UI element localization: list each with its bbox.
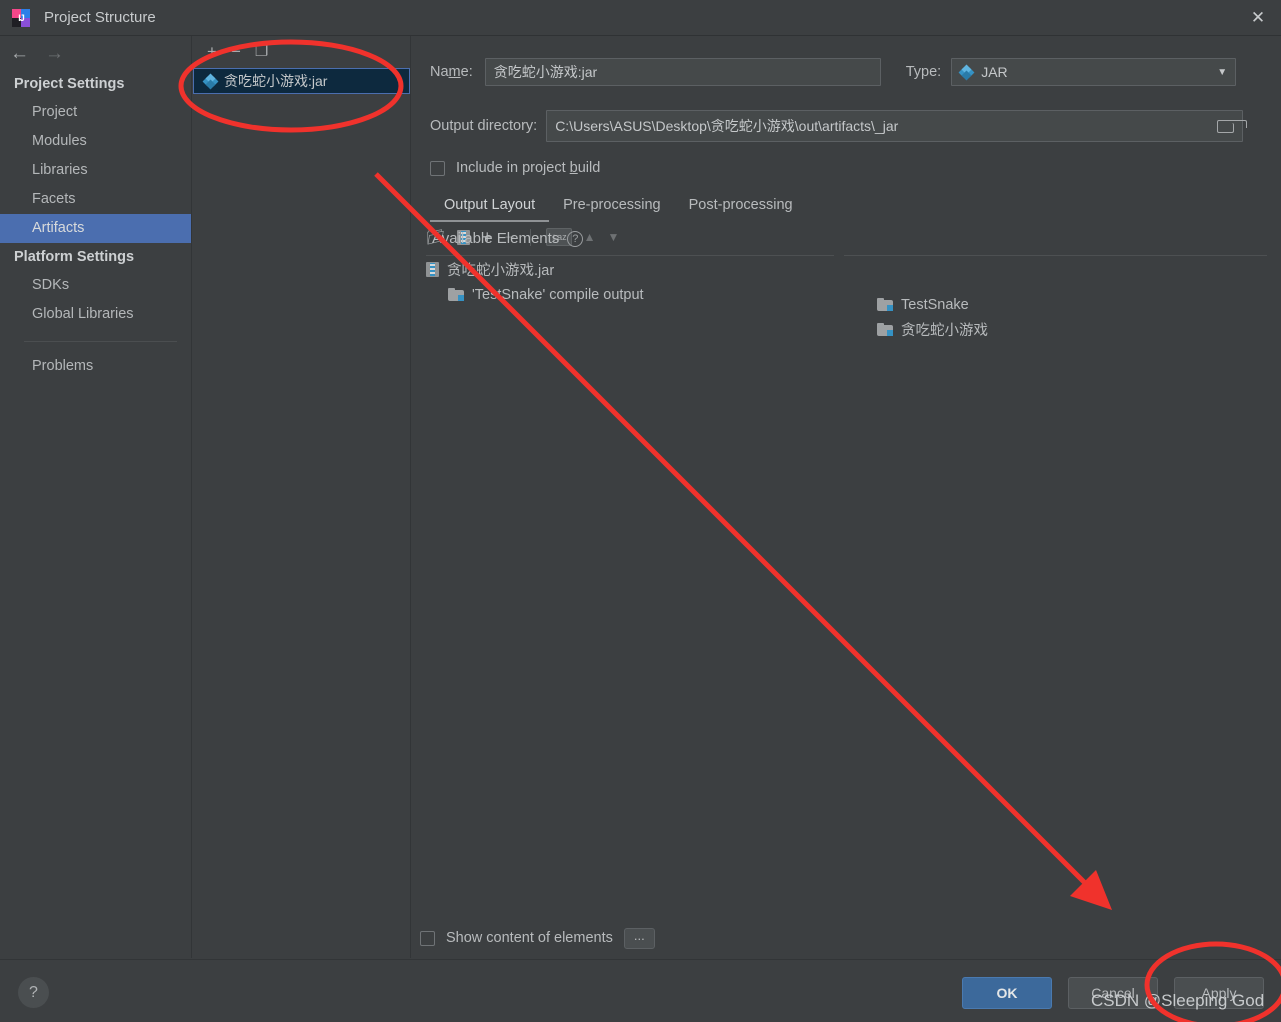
- move-down-icon[interactable]: ▼: [607, 231, 619, 243]
- arrow-left-icon[interactable]: ←: [10, 44, 29, 63]
- project-structure-dialog: IJ Project Structure ✕ ← → Project Setti…: [0, 0, 1281, 1022]
- list-item[interactable]: TestSnake: [877, 292, 988, 317]
- list-item[interactable]: 贪吃蛇小游戏: [877, 317, 988, 342]
- output-directory-row: Output directory: C:\Users\ASUS\Desktop\…: [412, 110, 1281, 142]
- tree-row-label: 'TestSnake' compile output: [472, 286, 644, 303]
- sidebar-nav-bar: ← →: [0, 36, 191, 70]
- output-layout-rule: [426, 255, 834, 256]
- sidebar-item-libraries[interactable]: Libraries: [0, 156, 191, 185]
- artifact-list-item[interactable]: 贪吃蛇小游戏:jar: [193, 68, 410, 94]
- title-bar: IJ Project Structure ✕: [0, 0, 1281, 36]
- sidebar-item-global-libraries[interactable]: Global Libraries: [0, 300, 191, 329]
- sidebar-group-platform-settings: Platform Settings: [14, 249, 135, 265]
- move-up-icon[interactable]: ▲: [584, 231, 596, 243]
- available-elements-rule: [844, 255, 1267, 256]
- editor-tabs: Output Layout Pre-processing Post-proces…: [412, 190, 1281, 222]
- output-directory-field[interactable]: C:\Users\ASUS\Desktop\贪吃蛇小游戏\out\artifac…: [546, 110, 1248, 142]
- tree-row[interactable]: 贪吃蛇小游戏.jar: [426, 257, 1281, 282]
- available-elements-header: Available Elements ?: [432, 230, 584, 247]
- jar-artifact-icon: [958, 64, 975, 80]
- sidebar-divider: [24, 341, 177, 342]
- available-elements-title: Available Elements: [432, 230, 560, 247]
- artifacts-toolbar: + − ❐: [193, 36, 410, 66]
- sidebar-group-project-settings: Project Settings: [14, 76, 125, 92]
- artifact-name-input[interactable]: [484, 58, 881, 86]
- sidebar-item-project[interactable]: Project: [0, 98, 191, 127]
- close-icon[interactable]: ✕: [1235, 0, 1281, 36]
- module-folder-icon: [877, 323, 893, 336]
- cancel-button[interactable]: Cancel: [1068, 977, 1158, 1009]
- ok-button[interactable]: OK: [962, 977, 1052, 1009]
- window-title: Project Structure: [44, 9, 156, 26]
- tab-pre-processing[interactable]: Pre-processing: [549, 197, 675, 222]
- artifact-editor-panel: Name: Type: JAR ▼ Output directory: C:\U…: [412, 36, 1281, 958]
- jar-file-icon: [426, 262, 439, 277]
- minus-icon[interactable]: −: [231, 43, 241, 60]
- show-content-checkbox[interactable]: [420, 930, 435, 946]
- artifact-type-value: JAR: [981, 64, 1008, 80]
- artifacts-list-panel: + − ❐ 贪吃蛇小游戏:jar: [193, 36, 411, 958]
- show-content-label: Show content of elements: [446, 930, 613, 946]
- show-content-row: Show content of elements ...: [412, 918, 1281, 958]
- copy-icon[interactable]: ❐: [255, 44, 268, 59]
- name-label: Name:: [430, 64, 473, 80]
- sidebar-item-facets[interactable]: Facets: [0, 185, 191, 214]
- help-button[interactable]: ?: [18, 977, 49, 1008]
- module-folder-icon: [877, 298, 893, 311]
- output-layout-tree: 贪吃蛇小游戏.jar 'TestSnake' compile output: [412, 257, 1281, 307]
- sidebar-item-problems[interactable]: Problems: [0, 352, 191, 381]
- list-item-label: TestSnake: [901, 296, 969, 313]
- include-in-build-row[interactable]: Include in project build: [412, 160, 1281, 176]
- show-content-options-button[interactable]: ...: [623, 927, 655, 949]
- type-label: Type:: [905, 64, 942, 80]
- chevron-down-icon: ▼: [1217, 66, 1228, 78]
- sidebar-item-modules[interactable]: Modules: [0, 127, 191, 156]
- name-type-row: Name: Type: JAR ▼: [412, 58, 1281, 86]
- sidebar-item-sdks[interactable]: SDKs: [0, 271, 191, 300]
- intellij-idea-logo-icon: IJ: [12, 8, 30, 27]
- tree-row-label: 贪吃蛇小游戏.jar: [447, 263, 555, 279]
- tree-row[interactable]: 'TestSnake' compile output: [426, 282, 1281, 307]
- artifacts-list: 贪吃蛇小游戏:jar: [193, 66, 410, 94]
- include-in-build-checkbox[interactable]: [430, 160, 445, 176]
- artifact-list-item-label: 贪吃蛇小游戏:jar: [224, 73, 328, 89]
- tab-post-processing[interactable]: Post-processing: [675, 197, 807, 222]
- list-item-label: 贪吃蛇小游戏: [901, 323, 988, 339]
- artifact-type-select[interactable]: JAR ▼: [951, 58, 1237, 86]
- include-in-build-label: Include in project build: [456, 160, 601, 176]
- compile-output-folder-icon: [448, 288, 464, 301]
- sidebar-item-artifacts[interactable]: Artifacts: [0, 214, 191, 243]
- jar-artifact-icon: [202, 73, 219, 89]
- settings-sidebar: ← → Project Settings Project Modules Lib…: [0, 36, 192, 958]
- folder-open-icon[interactable]: [1217, 119, 1248, 133]
- available-elements-list: TestSnake 贪吃蛇小游戏: [877, 292, 988, 342]
- arrow-right-icon[interactable]: →: [45, 44, 64, 63]
- output-directory-value: C:\Users\ASUS\Desktop\贪吃蛇小游戏\out\artifac…: [555, 118, 899, 134]
- tab-output-layout[interactable]: Output Layout: [430, 197, 550, 222]
- output-directory-label: Output directory:: [430, 118, 538, 134]
- apply-button[interactable]: Apply: [1174, 977, 1264, 1009]
- help-circle-icon[interactable]: ?: [567, 230, 584, 247]
- plus-icon[interactable]: +: [207, 43, 217, 60]
